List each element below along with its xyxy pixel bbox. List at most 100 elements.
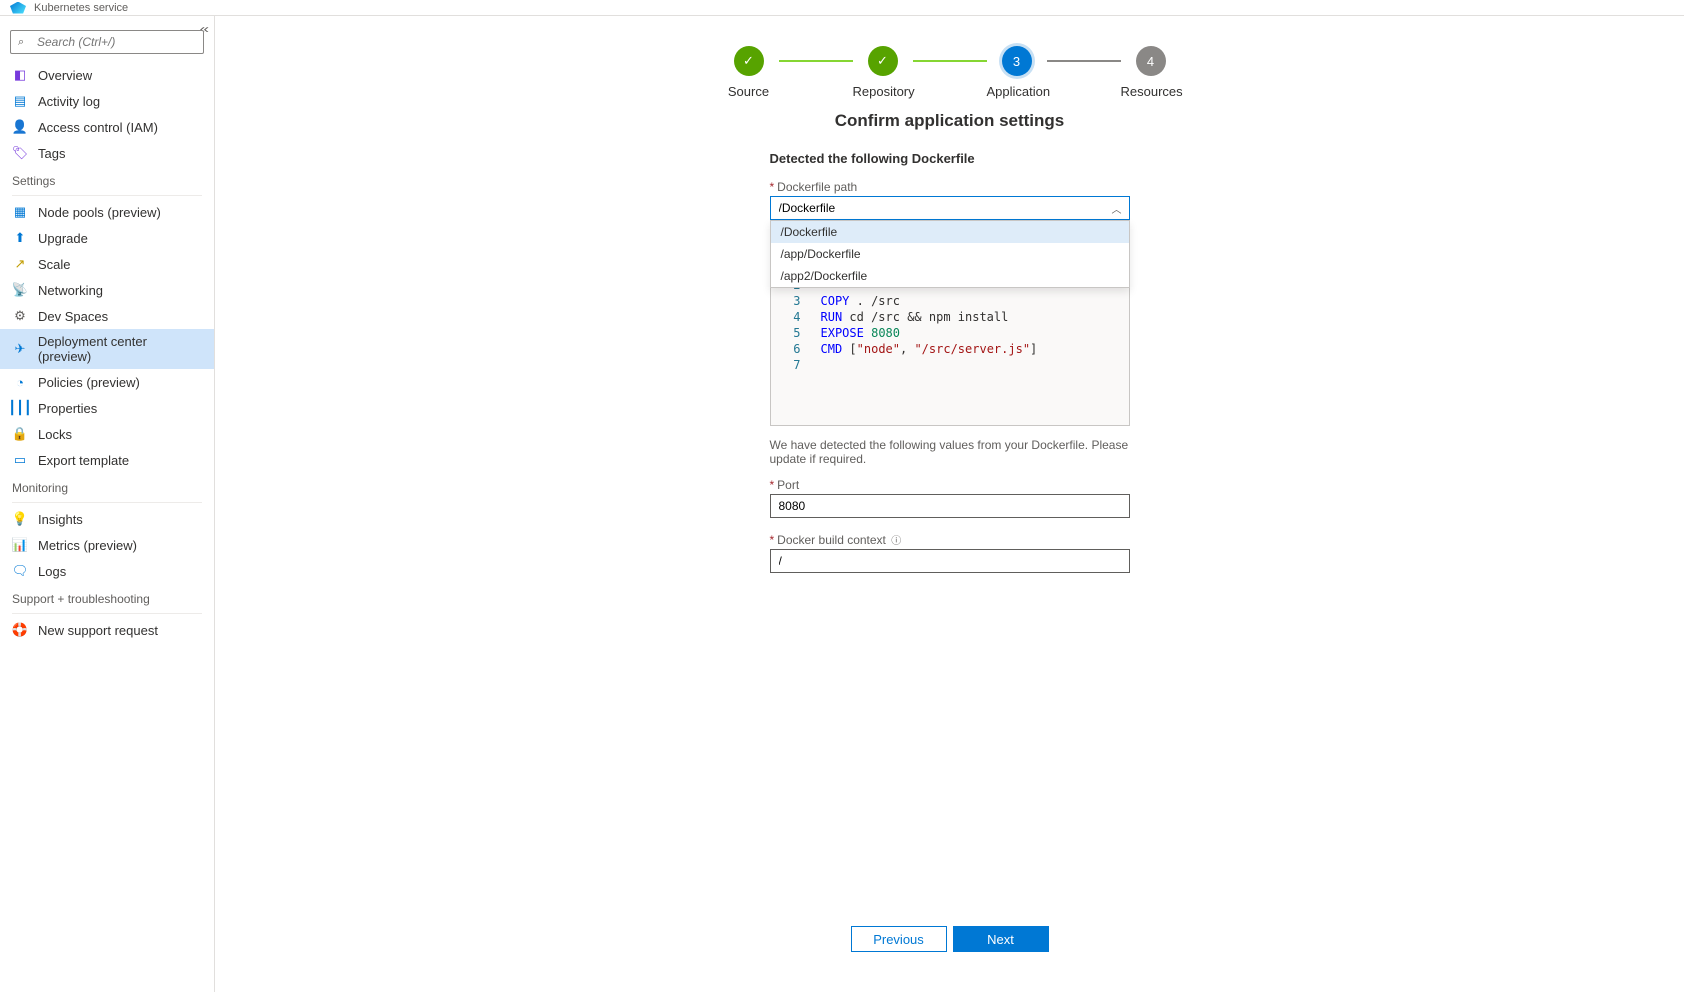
sidebar-item-label: Activity log — [38, 94, 100, 109]
search-icon: ⌕ — [18, 36, 24, 49]
dropdown-option[interactable]: /app/Dockerfile — [771, 243, 1129, 265]
step-repository[interactable]: ✓ Repository — [853, 46, 913, 99]
sidebar-item-label: Overview — [38, 68, 92, 83]
step-label: Resources — [1121, 84, 1181, 99]
build-context-input[interactable] — [770, 549, 1130, 573]
dockerfile-path-input[interactable] — [770, 196, 1130, 220]
sidebar-item-locks[interactable]: 🔒 Locks — [0, 421, 214, 447]
code-line: 6CMD ["node", "/src/server.js"] — [781, 341, 1129, 357]
step-number: 3 — [1002, 46, 1032, 76]
sidebar-section-support-troubleshooting: Support + troubleshooting — [0, 584, 214, 610]
info-icon[interactable]: ⓘ — [891, 536, 901, 547]
step-application[interactable]: 3 Application — [987, 46, 1047, 99]
export-template-icon: ▭ — [12, 452, 28, 468]
service-type-label: Kubernetes service — [34, 2, 128, 14]
sidebar-item-overview[interactable]: ◧ Overview — [0, 62, 214, 88]
sidebar-item-label: Tags — [38, 146, 65, 161]
metrics-preview--icon: 📊 — [12, 537, 28, 553]
previous-button[interactable]: Previous — [851, 926, 947, 952]
step-connector — [1047, 60, 1121, 62]
sidebar-item-export-template[interactable]: ▭ Export template — [0, 447, 214, 473]
properties-icon: ┃┃┃ — [12, 400, 28, 416]
networking-icon: 📡 — [12, 282, 28, 298]
step-connector — [913, 60, 987, 62]
locks-icon: 🔒 — [12, 426, 28, 442]
sidebar-item-label: Deployment center (preview) — [38, 334, 202, 364]
sidebar-item-scale[interactable]: ↗ Scale — [0, 251, 214, 277]
sidebar-item-properties[interactable]: ┃┃┃ Properties — [0, 395, 214, 421]
wizard-stepper: ✓Source ✓ Repository 3 Application 4 Resources — [215, 46, 1684, 99]
sidebar-item-label: Networking — [38, 283, 103, 298]
code-line: 5EXPOSE 8080 — [781, 325, 1129, 341]
build-context-label: *Docker build context ⓘ — [770, 532, 1130, 547]
code-line: 7 — [781, 357, 1129, 373]
sidebar-item-label: Access control (IAM) — [38, 120, 158, 135]
sidebar-item-dev-spaces[interactable]: ⚙ Dev Spaces — [0, 303, 214, 329]
new-support-request-icon: 🛟 — [12, 622, 28, 638]
deployment-center-preview--icon: ✈ — [12, 341, 28, 357]
sidebar-item-node-pools-preview-[interactable]: ▦ Node pools (preview) — [0, 199, 214, 225]
step-number: 4 — [1136, 46, 1166, 76]
next-button[interactable]: Next — [953, 926, 1049, 952]
sidebar-item-logs[interactable]: 🗨Logs — [0, 558, 214, 584]
sidebar-item-metrics-preview-[interactable]: 📊Metrics (preview) — [0, 532, 214, 558]
policies-preview--icon: ◔ — [12, 374, 28, 390]
wizard-footer: Previous Next — [215, 916, 1684, 952]
dockerfile-dropdown: /Dockerfile/app/Dockerfile/app2/Dockerfi… — [770, 220, 1130, 288]
search-input[interactable] — [10, 30, 204, 54]
sidebar-item-deployment-center-preview-[interactable]: ✈ Deployment center (preview) — [0, 329, 214, 369]
sidebar-item-access-control-iam-[interactable]: 👤 Access control (IAM) — [0, 114, 214, 140]
port-input[interactable] — [770, 494, 1130, 518]
sidebar-item-label: Dev Spaces — [38, 309, 108, 324]
insights-icon: 💡 — [12, 511, 28, 527]
sidebar-item-insights[interactable]: 💡 Insights — [0, 506, 214, 532]
main-panel: ✓Source ✓ Repository 3 Application 4 Resources… — [215, 16, 1684, 992]
activity-log-icon: ▤ — [12, 93, 28, 109]
code-line: 4RUN cd /src && npm install — [781, 309, 1129, 325]
dockerfile-path-combo[interactable]: ︿ /Dockerfile/app/Dockerfile/app2/Docker… — [770, 196, 1130, 220]
dropdown-option[interactable]: /app2/Dockerfile — [771, 265, 1129, 287]
step-resources[interactable]: 4 Resources — [1121, 46, 1181, 99]
service-header: Kubernetes service — [0, 0, 1684, 16]
step-label: Source — [719, 84, 779, 99]
step-connector — [779, 60, 853, 62]
sidebar-item-label: Export template — [38, 453, 129, 468]
node-pools-preview--icon: ▦ — [12, 204, 28, 220]
port-label: *Port — [770, 478, 1130, 492]
check-icon: ✓ — [868, 46, 898, 76]
upgrade-icon: ⬆ — [12, 230, 28, 246]
sidebar-item-label: Node pools (preview) — [38, 205, 161, 220]
sidebar-item-tags[interactable]: 🏷 Tags — [0, 140, 214, 166]
scale-icon: ↗ — [12, 256, 28, 272]
sidebar-item-label: Locks — [38, 427, 72, 442]
dropdown-option[interactable]: /Dockerfile — [771, 221, 1129, 243]
sidebar-section-settings: Settings — [0, 166, 214, 192]
sidebar-item-label: Policies (preview) — [38, 375, 140, 390]
step-label: Application — [987, 84, 1047, 99]
sidebar-item-activity-log[interactable]: ▤ Activity log — [0, 88, 214, 114]
logs-icon: 🗨 — [12, 563, 28, 579]
sidebar-item-new-support-request[interactable]: 🛟 New support request — [0, 617, 214, 643]
step-label: Repository — [853, 84, 913, 99]
detection-hint: We have detected the following values fr… — [770, 438, 1130, 466]
code-line: 3COPY . /src — [781, 293, 1129, 309]
sidebar-item-label: New support request — [38, 623, 158, 638]
sidebar-item-upgrade[interactable]: ⬆ Upgrade — [0, 225, 214, 251]
sidebar-item-label: Upgrade — [38, 231, 88, 246]
access-control-iam--icon: 👤 — [12, 119, 28, 135]
sidebar-item-networking[interactable]: 📡 Networking — [0, 277, 214, 303]
sidebar-item-label: Insights — [38, 512, 83, 527]
dev-spaces-icon: ⚙ — [12, 308, 28, 324]
kubernetes-icon — [10, 2, 26, 14]
chevron-up-icon[interactable]: ︿ — [1112, 201, 1122, 216]
sidebar-item-label: Scale — [38, 257, 71, 272]
dockerfile-heading: Detected the following Dockerfile — [770, 151, 1130, 166]
overview-icon: ◧ — [12, 67, 28, 83]
sidebar: « ⌕ ◧Overview▤Activity log👤Access contro… — [0, 16, 215, 992]
sidebar-item-label: Properties — [38, 401, 97, 416]
dockerfile-path-label: *Dockerfile path — [770, 180, 1130, 194]
sidebar-section-monitoring: Monitoring — [0, 473, 214, 499]
sidebar-item-policies-preview-[interactable]: ◔ Policies (preview) — [0, 369, 214, 395]
tags-icon: 🏷 — [12, 145, 28, 161]
step-source[interactable]: ✓Source — [719, 46, 779, 99]
